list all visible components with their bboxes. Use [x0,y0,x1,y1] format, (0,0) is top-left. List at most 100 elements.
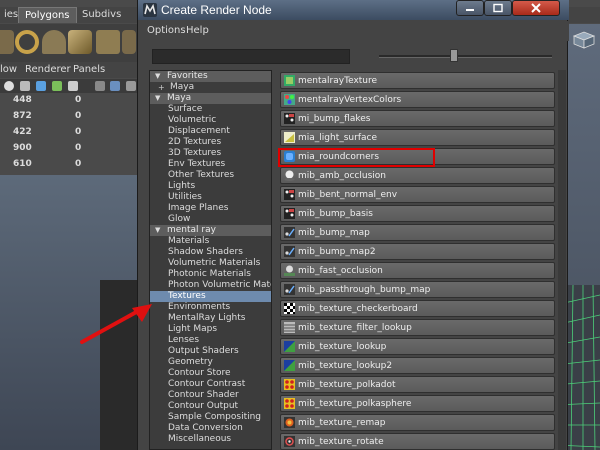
tree-item[interactable]: Sample Compositing [150,412,271,423]
tree-item[interactable]: Lenses [150,335,271,346]
tree-item-label: Geometry [168,357,213,367]
tree-item-label: Contour Output [168,401,239,411]
wireframe-icon[interactable] [36,81,46,91]
collapse-arrow-icon[interactable]: ▼ [155,71,160,82]
tree-item[interactable]: Contour Store [150,368,271,379]
menu-show[interactable]: low [0,62,17,78]
minimize-button[interactable] [456,0,484,16]
collapse-arrow-icon[interactable]: ▼ [155,225,160,236]
tree-item[interactable]: Contour Output [150,401,271,412]
node-label: mentalrayVertexColors [298,95,402,105]
cylinder-tool-icon[interactable] [96,30,120,54]
collapse-arrow-icon[interactable]: ▼ [155,93,160,104]
tree-item[interactable]: Photonic Materials [150,269,271,280]
close-button[interactable] [512,0,560,16]
node-label: mib_texture_filter_lookup [298,323,412,333]
tree-item[interactable]: Glow [150,214,271,225]
tree-item[interactable]: Geometry [150,357,271,368]
shelf-tab-subdivs[interactable]: Subdivs [76,7,127,23]
bump-icon [284,113,295,124]
node-button[interactable]: mib_bump_basis [280,205,555,222]
tree-item[interactable]: 3D Textures [150,148,271,159]
node-button[interactable]: mib_bump_map2 [280,243,555,260]
tool-icon[interactable] [122,30,136,54]
fast-occlusion-icon [284,265,295,276]
node-button[interactable]: mentalrayVertexColors [280,91,555,108]
tree-item[interactable]: Utilities [150,192,271,203]
tree-item[interactable]: Output Shaders [150,346,271,357]
icon-size-slider[interactable] [379,55,552,58]
tree-group-header[interactable]: ▼ Favorites [150,71,271,82]
node-button[interactable]: mib_texture_lookup2 [280,357,555,374]
grid-icon[interactable] [20,81,30,91]
tree-item-label: Photonic Materials [168,269,251,279]
tree-item[interactable]: Contour Contrast [150,379,271,390]
tree-item[interactable]: Volumetric [150,115,271,126]
tree-item[interactable]: Miscellaneous [150,434,271,445]
node-button[interactable]: mentalrayTexture [280,72,555,89]
node-button[interactable]: mib_passthrough_bump_map [280,281,555,298]
node-button[interactable]: mib_amb_occlusion [280,167,555,184]
tree-item[interactable]: Materials [150,236,271,247]
slider-handle[interactable] [450,49,458,62]
node-button[interactable]: mib_bent_normal_env [280,186,555,203]
title-bar[interactable]: Create Render Node [138,0,569,20]
tree-item-label: Glow [168,214,191,224]
menu-panels[interactable]: Panels [73,62,105,78]
tree-subgroup[interactable]: + Maya [150,82,271,93]
tree-item[interactable]: Photon Volumetric Materi... [150,280,271,291]
node-button[interactable]: mia_light_surface [280,129,555,146]
bounding-box-icon[interactable] [95,81,105,91]
node-button[interactable]: mib_texture_lookup [280,338,555,355]
node-button[interactable]: mib_texture_rotate [280,433,555,450]
shaded-icon[interactable] [52,81,62,91]
tree-item[interactable]: 2D Textures [150,137,271,148]
smooth-shade-icon[interactable] [110,81,120,91]
stat-row: 900 0 [0,141,140,157]
tree-item[interactable]: Shadow Shaders [150,247,271,258]
tree-item-label: Other Textures [168,170,235,180]
textured-icon[interactable] [68,81,78,91]
tree-item[interactable]: Env Textures [150,159,271,170]
cone-tool-icon[interactable] [42,30,66,54]
tree-group-header[interactable]: ▼ Maya [150,93,271,104]
tree-item[interactable]: Light Maps [150,324,271,335]
filter-input[interactable] [152,49,350,64]
tree-item[interactable]: Data Conversion [150,423,271,434]
sphere-tool-icon[interactable] [0,30,14,54]
menu-options[interactable]: Options [147,25,186,37]
bump-map-icon [284,227,295,238]
view-cube-icon[interactable] [570,30,596,50]
menu-help[interactable]: Help [186,25,209,37]
tree-item[interactable]: Textures [150,291,271,302]
tree-item[interactable]: Volumetric Materials [150,258,271,269]
node-button[interactable]: mi_bump_flakes [280,110,555,127]
node-button[interactable]: mib_texture_polkasphere [280,395,555,412]
tree-item[interactable]: MentalRay Lights [150,313,271,324]
node-button[interactable]: mib_texture_remap [280,414,555,431]
node-button[interactable]: mib_texture_polkadot [280,376,555,393]
node-button[interactable]: mib_texture_filter_lookup [280,319,555,336]
node-button[interactable]: mib_bump_map [280,224,555,241]
expand-icon[interactable]: + [158,82,165,93]
tree-item[interactable]: Other Textures [150,170,271,181]
bump-map-icon [284,284,295,295]
tree-item[interactable]: Displacement [150,126,271,137]
tree-item[interactable]: Lights [150,181,271,192]
tree-item[interactable]: Contour Shader [150,390,271,401]
node-button[interactable]: mib_texture_checkerboard [280,300,555,317]
node-button[interactable]: mib_fast_occlusion [280,262,555,279]
node-list-scrollbar[interactable] [558,70,566,450]
tree-item[interactable]: Environments [150,302,271,313]
lighting-icon[interactable] [126,81,136,91]
camera-icon[interactable] [4,81,14,91]
maximize-button[interactable] [484,0,512,16]
menu-renderer[interactable]: Renderer [25,62,71,78]
light-surface-icon [284,132,295,143]
tree-item[interactable]: Surface [150,104,271,115]
pyramid-tool-icon[interactable] [68,30,92,54]
tree-group-header[interactable]: ▼ mental ray [150,225,271,236]
torus-tool-icon[interactable] [15,30,39,54]
tree-item[interactable]: Image Planes [150,203,271,214]
shelf-tab-polygons[interactable]: Polygons [18,7,77,23]
